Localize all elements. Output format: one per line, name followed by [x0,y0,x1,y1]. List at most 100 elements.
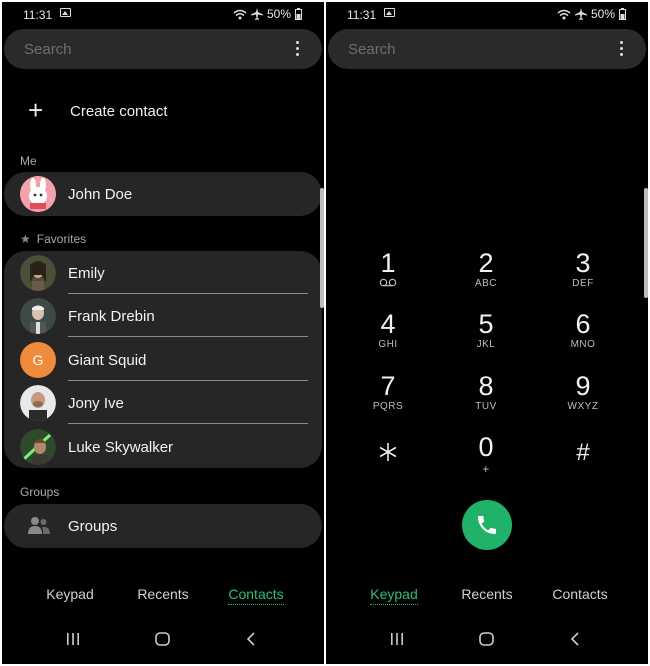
gallery-icon [60,8,71,17]
more-options-icon[interactable] [296,41,300,57]
contact-row-luke-skywalker[interactable]: Luke Skywalker [4,425,322,468]
key-hash[interactable]: # [543,438,623,468]
key-6[interactable]: 6 MNO [543,309,623,351]
tab-keypad-label: Keypad [370,586,418,605]
key-letters: GHI [378,339,398,350]
home-icon[interactable] [155,632,170,646]
key-letters: JKL [476,339,496,350]
search-placeholder[interactable]: Search [348,41,396,58]
plus-icon: + [28,95,44,125]
avatar-initial: G [20,342,56,378]
key-digit: 7 [380,371,396,401]
key-letters: ABC [474,278,498,289]
key-3[interactable]: 3 DEF [543,248,623,290]
contact-name: Luke Skywalker [68,439,174,456]
recent-apps-icon[interactable] [390,632,404,646]
contact-row-john-doe[interactable]: John Doe [4,172,322,215]
divider [68,423,308,424]
tab-keypad[interactable]: Keypad [20,586,120,602]
key-digit: 0 [478,432,494,462]
bottom-tabs: Keypad Recents Contacts [326,582,648,612]
key-star[interactable] [348,438,428,468]
tab-recents-label: Recents [461,586,513,602]
search-bar[interactable]: Search [4,29,322,69]
tab-contacts-label: Contacts [552,586,608,602]
battery-percent: 50% [590,7,615,21]
key-7[interactable]: 7 PQRS [348,371,428,413]
back-icon[interactable] [246,632,256,646]
call-button[interactable] [462,500,512,550]
tab-keypad[interactable]: Keypad [344,586,444,605]
create-contact-label: Create contact [70,103,168,120]
tab-contacts[interactable]: Contacts [530,586,630,602]
phone-icon [478,516,496,534]
create-contact-button[interactable]: + Create contact [2,90,324,130]
key-digit: 5 [478,309,494,339]
asterisk-icon [348,438,428,468]
back-icon[interactable] [570,632,580,646]
scrollbar[interactable] [320,188,324,308]
favorites-card: Emily Frank Drebin G Giant Squid Jony Iv… [4,251,322,468]
search-placeholder[interactable]: Search [24,41,72,58]
key-digit: 9 [575,371,591,401]
home-icon[interactable] [479,632,494,646]
key-8[interactable]: 8 TUV [446,371,526,413]
star-icon: ★ [20,232,31,246]
tab-contacts[interactable]: Contacts [206,586,306,605]
avatar [20,176,56,212]
tab-recents[interactable]: Recents [437,586,537,602]
gallery-icon [384,8,395,17]
key-letters: PQRS [372,401,404,412]
avatar [20,429,56,465]
key-digit: 2 [478,248,494,278]
keypad-screen: 11:31 50% Search 1 2 ABC 3 DEF 4 GHI 5 J… [326,2,648,664]
status-bar: 11:31 50% [2,2,324,28]
key-digit: # [576,439,590,466]
groups-label: Groups [68,518,118,535]
voicemail-icon [348,278,428,290]
tab-contacts-label: Contacts [228,586,284,605]
contact-row-jony-ive[interactable]: Jony Ive [4,381,322,424]
contact-row-frank-drebin[interactable]: Frank Drebin [4,294,322,337]
key-letters: MNO [570,339,596,350]
divider [68,336,308,337]
key-2[interactable]: 2 ABC [446,248,526,290]
avatar [20,385,56,421]
contact-name: John Doe [68,186,133,203]
key-digit: 4 [380,309,396,339]
key-0[interactable]: 0 + [446,432,526,476]
tab-keypad-label: Keypad [46,586,94,602]
contact-row-emily[interactable]: Emily [4,251,322,294]
search-bar[interactable]: Search [328,29,646,69]
wifi-icon [233,9,247,19]
wifi-icon [557,9,571,19]
key-9[interactable]: 9 WXYZ [543,371,623,413]
contact-name: Giant Squid [68,352,147,369]
tab-recents[interactable]: Recents [113,586,213,602]
key-digit: 3 [575,248,591,278]
key-letters: + [482,462,490,476]
avatar [20,255,56,291]
recent-apps-icon[interactable] [66,632,80,646]
key-digit: 1 [380,248,396,278]
contact-name: Frank Drebin [68,308,155,325]
groups-header: Groups [20,485,60,499]
contact-row-giant-squid[interactable]: G Giant Squid [4,338,322,381]
key-5[interactable]: 5 JKL [446,309,526,351]
me-header: Me [20,154,37,168]
airplane-icon [574,8,587,20]
groups-card[interactable]: Groups [4,504,322,548]
avatar [20,298,56,334]
key-letters: TUV [475,401,497,412]
me-card: John Doe [4,172,322,216]
key-4[interactable]: 4 GHI [348,309,428,351]
key-1[interactable]: 1 [348,248,428,290]
status-time: 11:31 [23,8,53,22]
groups-icon [28,517,50,534]
navigation-bar [326,618,648,664]
more-options-icon[interactable] [620,41,624,57]
scrollbar[interactable] [644,188,648,298]
key-digit: 6 [575,309,591,339]
status-time: 11:31 [347,8,377,22]
key-digit: 8 [478,371,494,401]
